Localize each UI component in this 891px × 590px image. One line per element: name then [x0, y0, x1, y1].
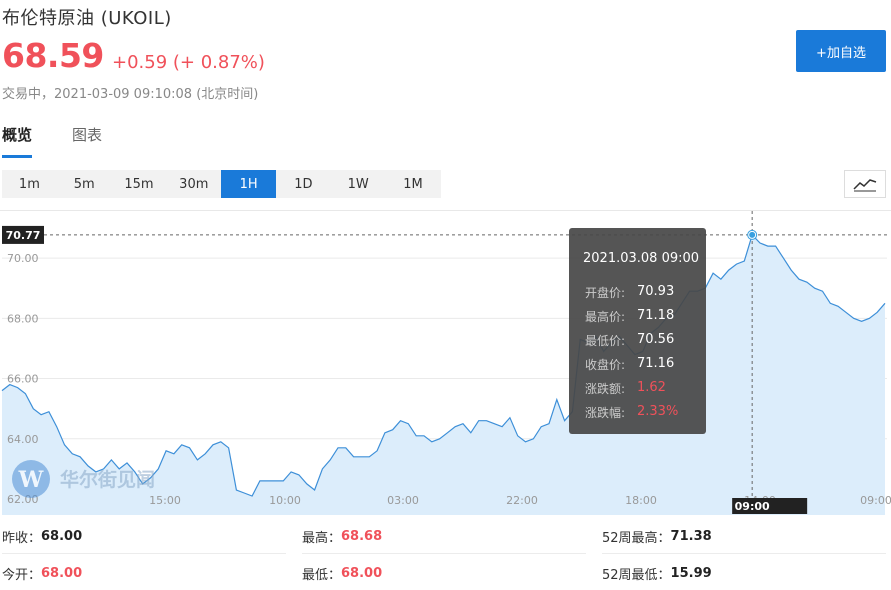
- tooltip-open: 开盘价: 70.93: [585, 284, 674, 301]
- add-watchlist-button[interactable]: +加自选: [796, 30, 886, 72]
- ohlc-tooltip: 2021.03.08 09:00 开盘价: 70.93 最高价: 71.18 最低价…: [569, 228, 706, 434]
- stat-value: 15.99: [670, 565, 712, 581]
- price-change: +0.59 (+ 0.87%): [112, 52, 265, 73]
- y-tick-label: 70.00: [7, 252, 39, 265]
- interval-selector: 1m 5m 15m 30m 1H 1D 1W 1M: [2, 170, 441, 198]
- interval-1mo[interactable]: 1M: [386, 170, 441, 198]
- tooltip-value: 70.93: [637, 284, 675, 299]
- y-tick-label: 64.00: [7, 433, 39, 446]
- crosshair-point: [749, 231, 756, 238]
- price-chart[interactable]: 62.00 64.00 66.00 68.00 70.00 15:00 10:00 03:00…: [0, 210, 891, 515]
- stat-high-52w: 52周最高： 71.38: [602, 520, 886, 554]
- tooltip-low: 最低价: 70.56: [585, 332, 674, 349]
- tooltip-label: 最低价:: [585, 334, 626, 348]
- stat-label: 最低：: [302, 567, 342, 583]
- interval-5m[interactable]: 5m: [57, 170, 112, 198]
- stat-label: 昨收：: [2, 531, 42, 546]
- stat-prev-close: 昨收： 68.00: [2, 520, 286, 554]
- tooltip-change-pct: 涨跌幅: 2.33%: [585, 404, 678, 421]
- stat-low: 最低： 68.00: [302, 556, 586, 590]
- tab-overview[interactable]: 概览: [2, 124, 33, 158]
- last-price: 68.59: [2, 36, 104, 75]
- stat-value: 68.00: [41, 565, 83, 581]
- stat-high: 最高： 68.68: [302, 520, 586, 554]
- svg-text:W: W: [18, 467, 44, 493]
- tooltip-value: 70.56: [637, 332, 675, 347]
- crosshair-time-label: 09:00: [735, 500, 770, 513]
- x-tick-label: 03:00: [387, 494, 419, 507]
- tab-bar: 概览 图表: [2, 124, 102, 158]
- tooltip-value: 71.18: [637, 308, 675, 323]
- tooltip-value: 71.16: [637, 356, 675, 371]
- tooltip-label: 收盘价:: [585, 358, 626, 372]
- stat-low-52w: 52周最低： 15.99: [602, 556, 886, 590]
- stat-label: 今开：: [2, 567, 42, 583]
- interval-1d[interactable]: 1D: [276, 170, 331, 198]
- tooltip-close: 收盘价: 71.16: [585, 356, 674, 373]
- stat-value: 68.68: [341, 529, 383, 544]
- price-chart-svg: 62.0064.0066.0068.0070.0015:00 10:00 03:00…: [1, 211, 891, 515]
- tooltip-change: 涨跌额: 1.62: [585, 380, 666, 397]
- tooltip-label: 开盘价:: [585, 286, 626, 300]
- stat-open: 今开： 68.00: [2, 556, 286, 590]
- crosshair-price-label: 70.77: [6, 229, 41, 242]
- tooltip-value: 2.33%: [637, 404, 679, 419]
- tooltip-label: 最高价:: [585, 310, 626, 324]
- x-tick-label: 22:00: [506, 494, 538, 507]
- interval-30m[interactable]: 30m: [166, 170, 221, 198]
- line-chart-icon: [853, 179, 877, 192]
- interval-15m[interactable]: 15m: [112, 170, 167, 198]
- stat-label: 最高：: [302, 531, 342, 546]
- stat-value: 68.00: [341, 565, 383, 581]
- y-tick-label: 66.00: [7, 373, 39, 386]
- interval-1w[interactable]: 1W: [331, 170, 386, 198]
- tooltip-label: 涨跌幅:: [585, 406, 626, 420]
- x-tick-label: 10:00: [269, 494, 301, 507]
- tooltip-date: 2021.03.08 09:00: [583, 251, 700, 266]
- x-tick-label: 09:00: [860, 494, 891, 507]
- tooltip-label: 涨跌额:: [585, 382, 626, 396]
- chart-type-button[interactable]: [844, 170, 886, 198]
- interval-1h[interactable]: 1H: [221, 170, 276, 198]
- x-tick-label: 15:00: [149, 494, 181, 507]
- interval-1m[interactable]: 1m: [2, 170, 57, 198]
- trading-status: 交易中，2021-03-09 09:10:08 (北京时间): [2, 87, 259, 102]
- y-tick-label: 68.00: [7, 312, 39, 325]
- stat-label: 52周最低：: [602, 567, 671, 583]
- stat-label: 52周最高：: [602, 531, 671, 546]
- tooltip-high: 最高价: 71.18: [585, 308, 674, 325]
- stat-value: 71.38: [670, 529, 712, 544]
- watermark-text: 华尔街见闻: [60, 468, 155, 491]
- x-tick-label: 18:00: [625, 494, 657, 507]
- tooltip-value: 1.62: [637, 380, 666, 395]
- instrument-title: 布伦特原油 (UKOIL): [2, 8, 172, 29]
- stat-value: 68.00: [41, 529, 83, 544]
- tab-chart[interactable]: 图表: [72, 124, 102, 158]
